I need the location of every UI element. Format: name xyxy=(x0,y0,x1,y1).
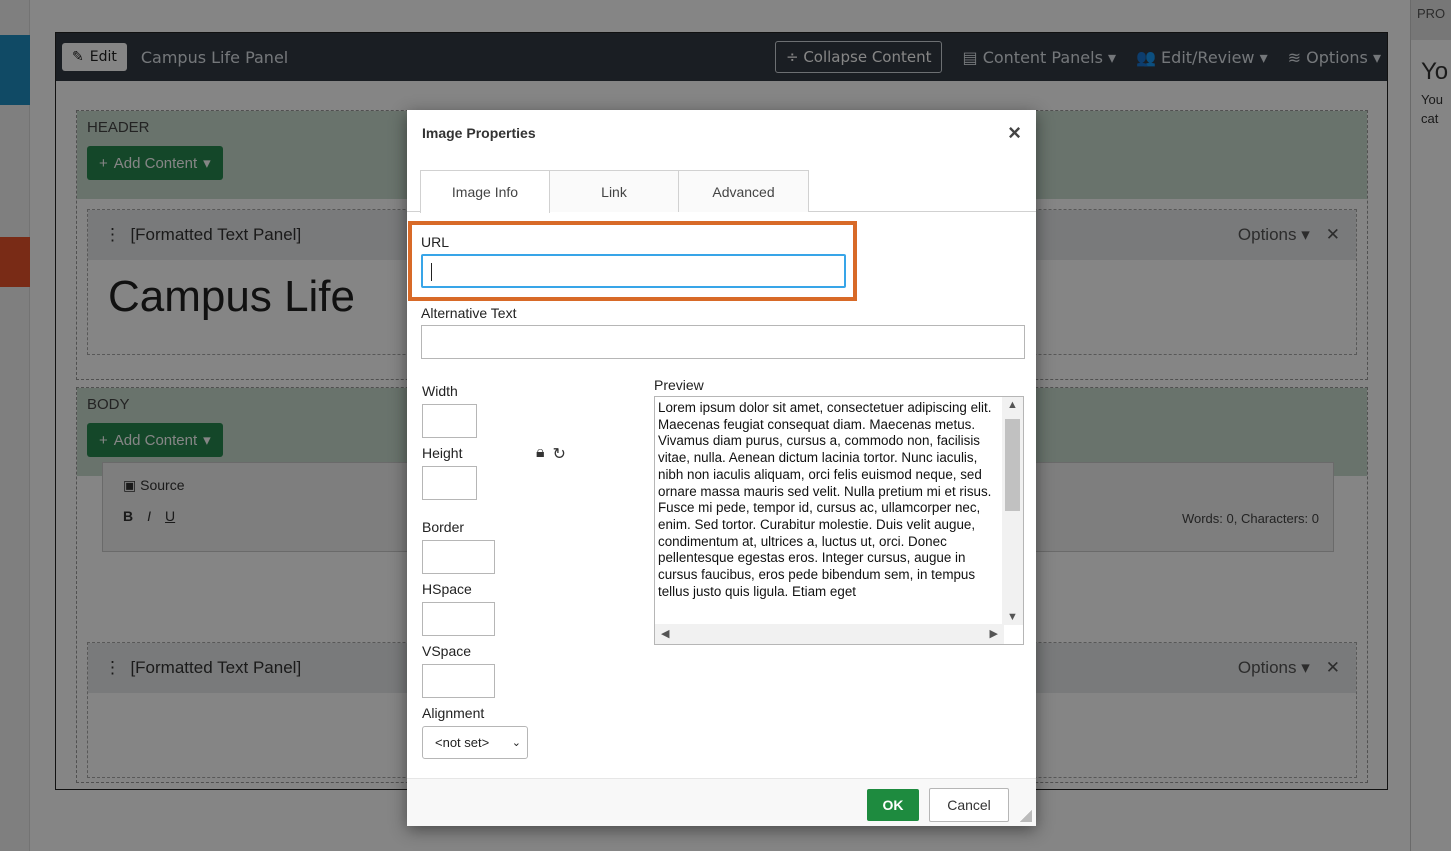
preview-text: Lorem ipsum dolor sit amet, consectetuer… xyxy=(658,400,992,599)
scroll-down-icon[interactable]: ▼ xyxy=(1007,611,1018,623)
width-input[interactable] xyxy=(422,404,477,438)
scroll-thumb[interactable] xyxy=(1005,419,1020,511)
tab-image-info[interactable]: Image Info xyxy=(420,170,550,213)
alignment-select[interactable]: <not set> ⌄ xyxy=(422,726,528,759)
scroll-right-icon[interactable]: ▶ xyxy=(990,627,998,640)
close-icon[interactable]: × xyxy=(1008,122,1021,144)
image-preview[interactable]: Lorem ipsum dolor sit amet, consectetuer… xyxy=(654,396,1024,645)
tab-advanced[interactable]: Advanced xyxy=(678,170,809,212)
dialog-tabs: Image Info Link Advanced xyxy=(407,170,1036,213)
height-label: Height xyxy=(422,445,463,461)
preview-vertical-scrollbar[interactable]: ▲ ▼ xyxy=(1002,397,1023,625)
height-input[interactable] xyxy=(422,466,477,500)
width-label: Width xyxy=(422,383,458,399)
vspace-label: VSpace xyxy=(422,643,472,659)
hspace-label: HSpace xyxy=(422,581,472,597)
preview-horizontal-scrollbar[interactable]: ◀ ▶ xyxy=(655,624,1004,644)
reset-size-icon[interactable]: ↻ xyxy=(553,444,566,464)
ok-button[interactable]: OK xyxy=(867,789,919,821)
vspace-input[interactable] xyxy=(422,664,495,698)
scroll-up-icon[interactable]: ▲ xyxy=(1007,399,1018,411)
url-input[interactable] xyxy=(421,254,846,288)
hspace-input[interactable] xyxy=(422,602,495,636)
border-input[interactable] xyxy=(422,540,495,574)
lock-ratio-icon[interactable]: 🔒︎ xyxy=(536,444,545,464)
alt-text-label: Alternative Text xyxy=(421,305,517,321)
resize-handle[interactable] xyxy=(1020,810,1032,822)
alignment-label: Alignment xyxy=(422,705,485,721)
chevron-down-icon: ⌄ xyxy=(511,737,521,749)
dialog-footer: OK Cancel xyxy=(407,778,1036,826)
scroll-left-icon[interactable]: ◀ xyxy=(661,627,669,640)
tab-link[interactable]: Link xyxy=(549,170,679,212)
dialog-title: Image Properties xyxy=(422,125,536,141)
url-label: URL xyxy=(421,234,450,250)
cancel-button[interactable]: Cancel xyxy=(929,788,1009,822)
preview-label: Preview xyxy=(654,377,704,393)
alt-text-input[interactable] xyxy=(421,325,1025,359)
border-label: Border xyxy=(422,519,465,535)
text-caret xyxy=(431,263,432,281)
